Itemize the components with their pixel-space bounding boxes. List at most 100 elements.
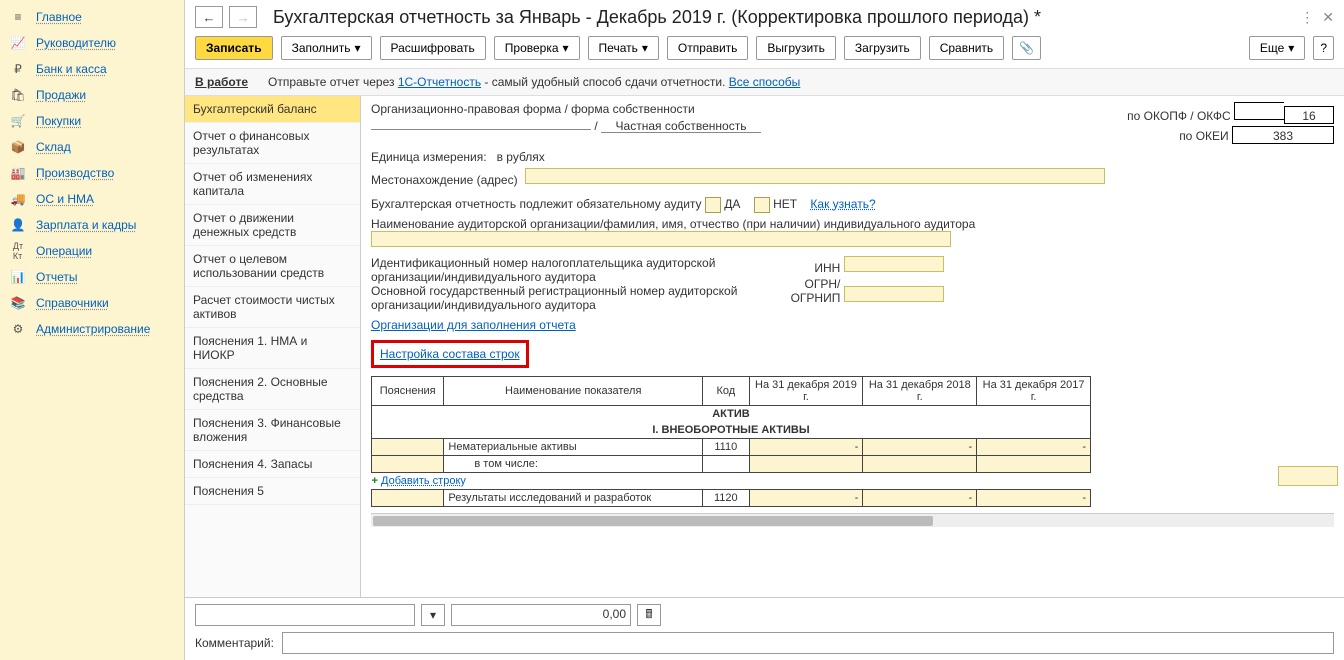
forward-button[interactable]: →: [229, 6, 257, 28]
location-label: Местонахождение (адрес): [371, 173, 518, 187]
cell-2019-1110[interactable]: -: [749, 439, 863, 456]
no-label: НЕТ: [773, 197, 797, 211]
print-button[interactable]: Печать ▾: [588, 36, 659, 60]
download-button[interactable]: Загрузить: [844, 36, 921, 60]
cell-2017-1110[interactable]: -: [977, 439, 1091, 456]
write-button[interactable]: Записать: [195, 36, 273, 60]
sidebar-item-reports[interactable]: 📊 Отчеты: [0, 264, 184, 290]
footer-calc-button[interactable]: 🖩: [637, 604, 661, 626]
cell-2017-sub[interactable]: [977, 456, 1091, 473]
section-item-notes4[interactable]: Пояснения 4. Запасы: [185, 451, 360, 478]
page-title: Бухгалтерская отчетность за Январь - Дек…: [273, 7, 1294, 28]
section-item-targetuse[interactable]: Отчет о целевом использовании средств: [185, 246, 360, 287]
audit-no-checkbox[interactable]: [754, 197, 770, 213]
info-bar: В работе Отправьте отчет через 1С-Отчетн…: [185, 69, 1344, 96]
cell-notes-1110[interactable]: [372, 439, 444, 456]
kebab-icon[interactable]: ⋮: [1300, 9, 1314, 26]
sidebar-item-label: Отчеты: [36, 270, 77, 284]
auditor-name-label: Наименование аудиторской организации/фам…: [371, 217, 975, 231]
cell-2018-1110[interactable]: -: [863, 439, 977, 456]
balance-table: Пояснения Наименование показателя Код На…: [371, 376, 1091, 507]
sidebar-item-assets[interactable]: 🚚ОС и НМА: [0, 186, 184, 212]
asset-title: АКТИВ: [372, 406, 1091, 423]
section-item-finresults[interactable]: Отчет о финансовых результатах: [185, 123, 360, 164]
comment-label: Комментарий:: [195, 636, 274, 650]
footer-dropdown-button[interactable]: ▾: [421, 604, 445, 626]
section-item-netassets[interactable]: Расчет стоимости чистых активов: [185, 287, 360, 328]
comment-input[interactable]: [282, 632, 1334, 654]
cell-2018-1120[interactable]: -: [863, 490, 977, 507]
ops-icon: ДтКт: [10, 243, 26, 259]
ogrn-input[interactable]: [844, 286, 944, 302]
footer-select[interactable]: [195, 604, 415, 626]
section-item-notes3[interactable]: Пояснения 3. Финансовые вложения: [185, 410, 360, 451]
unit-label: Единица измерения:: [371, 150, 487, 164]
status-text[interactable]: В работе: [195, 75, 248, 89]
chart-icon: 📈: [10, 35, 26, 51]
sidebar-item-bank[interactable]: ₽Банк и касса: [0, 56, 184, 82]
chevron-down-icon: ▾: [1288, 41, 1294, 55]
fill-button[interactable]: Заполнить ▾: [281, 36, 372, 60]
cell-notes-sub[interactable]: [372, 456, 444, 473]
check-button[interactable]: Проверка ▾: [494, 36, 580, 60]
cell-2019-1120[interactable]: -: [749, 490, 863, 507]
upload-button[interactable]: Выгрузить: [756, 36, 836, 60]
cell-2017-1120[interactable]: -: [977, 490, 1091, 507]
section-item-notes5[interactable]: Пояснения 5: [185, 478, 360, 505]
sidebar-item-admin[interactable]: ⚙Администрирование: [0, 316, 184, 342]
audit-yes-checkbox[interactable]: [705, 197, 721, 213]
add-row-plus-icon[interactable]: +: [372, 475, 378, 487]
paperclip-icon: 📎: [1019, 41, 1034, 55]
link-1c[interactable]: 1С-Отчетность: [398, 75, 481, 89]
cell-notes-1120[interactable]: [372, 490, 444, 507]
sidebar-item-label: Справочники: [36, 296, 109, 310]
okei-box[interactable]: 383: [1232, 126, 1334, 144]
section-item-capital[interactable]: Отчет об изменениях капитала: [185, 164, 360, 205]
sidebar-item-main[interactable]: ≡Главное: [0, 4, 184, 30]
how-to-know-link[interactable]: Как узнать?: [810, 197, 875, 211]
sidebar-item-manager[interactable]: 📈Руководителю: [0, 30, 184, 56]
toolbar: Записать Заполнить ▾ Расшифровать Провер…: [185, 32, 1344, 69]
section-item-cashflow[interactable]: Отчет о движении денежных средств: [185, 205, 360, 246]
sidebar-item-purchases[interactable]: 🛒Покупки: [0, 108, 184, 134]
sidebar-item-salary[interactable]: 👤Зарплата и кадры: [0, 212, 184, 238]
horizontal-scrollbar[interactable]: [371, 513, 1334, 527]
send-button[interactable]: Отправить: [667, 36, 749, 60]
section-item-balance[interactable]: Бухгалтерский баланс: [185, 96, 360, 123]
section-item-notes2[interactable]: Пояснения 2. Основные средства: [185, 369, 360, 410]
cell-2018-sub[interactable]: [863, 456, 977, 473]
floating-cell-input[interactable]: [1278, 466, 1338, 486]
sidebar-item-refs[interactable]: 📚Справочники: [0, 290, 184, 316]
unit-value: в рублях: [497, 150, 545, 164]
report-icon: 📊: [10, 269, 26, 285]
section1-title: I. ВНЕОБОРОТНЫЕ АКТИВЫ: [372, 422, 1091, 439]
auditor-name-input[interactable]: [371, 231, 951, 247]
attach-button[interactable]: 📎: [1012, 36, 1041, 60]
link-all-methods[interactable]: Все способы: [729, 75, 801, 89]
back-button[interactable]: ←: [195, 6, 223, 28]
sidebar-item-warehouse[interactable]: 📦Склад: [0, 134, 184, 160]
sidebar-item-operations[interactable]: ДтКтОперации: [0, 238, 184, 264]
help-button[interactable]: ?: [1313, 36, 1334, 60]
location-input[interactable]: [525, 168, 1105, 184]
footer-number-input[interactable]: 0,00: [451, 604, 631, 626]
sidebar-item-production[interactable]: 🏭Производство: [0, 160, 184, 186]
okopf-box1[interactable]: [1234, 102, 1284, 120]
sidebar: ≡Главное 📈Руководителю ₽Банк и касса 🛍Пр…: [0, 0, 185, 660]
chevron-down-icon: ▾: [642, 41, 648, 55]
more-button[interactable]: Еще ▾: [1249, 36, 1305, 60]
cell-2019-sub[interactable]: [749, 456, 863, 473]
compare-button[interactable]: Сравнить: [929, 36, 1004, 60]
org-fill-link[interactable]: Организации для заполнения отчета: [371, 318, 576, 332]
inn-input[interactable]: [844, 256, 944, 272]
add-row-link[interactable]: Добавить строку: [381, 475, 466, 487]
header: ← → Бухгалтерская отчетность за Январь -…: [185, 0, 1344, 32]
okopf-box2[interactable]: 16: [1284, 106, 1334, 124]
sidebar-item-sales[interactable]: 🛍Продажи: [0, 82, 184, 108]
ownership-value: Частная собственность: [601, 119, 761, 133]
ogrn-label: ОГРН/ ОГРНИП: [760, 277, 840, 305]
close-icon[interactable]: ✕: [1322, 9, 1334, 26]
section-item-notes1[interactable]: Пояснения 1. НМА и НИОКР: [185, 328, 360, 369]
rows-config-link[interactable]: Настройка состава строк: [380, 347, 520, 361]
decode-button[interactable]: Расшифровать: [380, 36, 486, 60]
